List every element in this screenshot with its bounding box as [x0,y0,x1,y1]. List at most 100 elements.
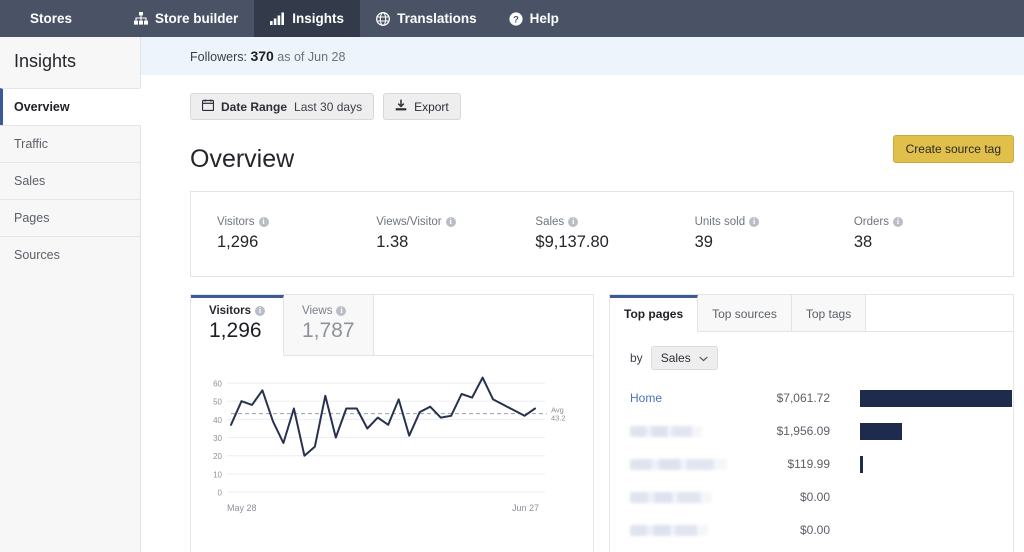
bar-chart-icon [270,12,285,25]
kpi-value: 38 [854,233,1013,252]
tab-visitors[interactable]: Visitors i 1,296 [191,295,284,356]
svg-text:50: 50 [213,398,222,407]
page-value: $119.99 [750,457,838,471]
info-icon[interactable]: i [259,217,269,227]
create-source-tag-button[interactable]: Create source tag [893,135,1014,163]
kpi-value: 39 [695,233,854,252]
sidebar-item-traffic[interactable]: Traffic [0,125,140,162]
kpi-value: 1.38 [376,233,535,252]
kpi-visitors: Visitors i 1,296 [217,216,376,252]
svg-text:May 28: May 28 [227,503,257,513]
tab-top-pages[interactable]: Top pages [610,295,698,332]
nav-item-translations[interactable]: Translations [360,0,493,37]
table-row: $1,956.09 [610,419,1013,443]
table-row: Home$7,061.72 [610,386,1013,410]
page-value: $0.00 [750,490,838,504]
info-icon[interactable]: i [568,217,578,227]
nav-brand-stores[interactable]: Stores [0,0,118,37]
sidebar-item-overview[interactable]: Overview [0,88,141,125]
sidebar-item-sources[interactable]: Sources [0,236,140,273]
svg-text:60: 60 [213,380,222,389]
info-icon[interactable]: i [893,217,903,227]
kpi-value: 1,296 [217,233,376,252]
sidebar-item-label: Traffic [14,137,48,151]
nav-item-help[interactable]: ? Help [493,0,575,37]
kpi-summary-card: Visitors i 1,296 Views/Visitor i 1.38 Sa… [190,191,1014,277]
sidebar-item-sales[interactable]: Sales [0,162,140,199]
tab-views[interactable]: Views i 1,787 [284,295,374,355]
svg-text:30: 30 [213,434,222,443]
kpi-label-text: Sales [535,216,564,228]
bar-cell [838,456,1013,473]
export-label: Export [414,100,449,114]
kpi-views-per-visitor: Views/Visitor i 1.38 [376,216,535,252]
nav-item-store-builder[interactable]: Store builder [118,0,254,37]
svg-text:20: 20 [213,452,222,461]
bar-cell [838,423,1013,440]
table-row: $119.99 [610,452,1013,476]
tab-label-text: Views [302,305,332,317]
kpi-label-text: Orders [854,216,889,228]
page-value: $0.00 [750,523,838,537]
calendar-icon [202,99,214,114]
table-row: $0.00 [610,485,1013,509]
info-icon[interactable]: i [336,306,346,316]
tab-top-sources[interactable]: Top sources [698,295,792,331]
page-value: $7,061.72 [750,391,838,405]
redacted-label [630,525,708,536]
content-area: Date Range Last 30 days Export Overview … [141,75,1024,552]
kpi-value: $9,137.80 [535,233,694,252]
export-button[interactable]: Export [383,93,461,120]
nav-item-label: Help [530,11,559,26]
tab-top-tags[interactable]: Top tags [792,295,866,331]
kpi-label-text: Visitors [217,216,255,228]
question-circle-icon: ? [509,12,523,26]
tab-value: 1,787 [302,319,355,343]
metric-select[interactable]: Sales [651,346,718,370]
sidebar-item-label: Sources [14,248,60,262]
page-name [630,426,750,437]
by-filter-row: by Sales [610,332,1013,370]
info-icon[interactable]: i [255,306,265,316]
kpi-units-sold: Units sold i 39 [695,216,854,252]
page-name [630,459,750,470]
date-range-button[interactable]: Date Range Last 30 days [190,93,374,120]
redacted-label [630,459,727,470]
kpi-label: Orders i [854,216,1013,228]
page-value: $1,956.09 [750,424,838,438]
nav-item-label: Store builder [155,11,238,26]
page-name[interactable]: Home [630,391,750,405]
bar-cell [838,390,1013,407]
sidebar-item-label: Sales [14,174,45,188]
page-name [630,492,750,503]
chevron-down-icon [699,351,708,365]
metric-select-value: Sales [661,351,691,365]
svg-text:43.2: 43.2 [551,414,566,423]
kpi-label: Sales i [535,216,694,228]
svg-text:Jun 27: Jun 27 [512,503,539,513]
nav-item-insights[interactable]: Insights [254,0,360,37]
svg-text:0: 0 [218,489,223,498]
sidebar: Insights Overview Traffic Sales Pages So… [0,37,141,552]
redacted-label [630,492,712,503]
kpi-label: Visitors i [217,216,376,228]
nav-item-label: Translations [397,11,477,26]
info-icon[interactable]: i [446,217,456,227]
traffic-tabbar: Visitors i 1,296 Views i 1,787 [191,295,593,356]
top-pages-list: Home$7,061.72 $1,956.09 $119.99 $0.00 $0.00 [610,370,1013,542]
sitemap-icon [134,12,148,25]
tab-label: Visitors i [209,305,265,317]
date-range-value: Last 30 days [294,100,362,114]
nav-item-label: Insights [292,11,344,26]
tab-label: Top tags [806,307,851,321]
kpi-label-text: Views/Visitor [376,216,441,228]
info-icon[interactable]: i [749,217,759,227]
sidebar-item-pages[interactable]: Pages [0,199,140,236]
kpi-label-text: Units sold [695,216,746,228]
table-row: $0.00 [610,518,1013,542]
download-icon [395,99,407,114]
sidebar-title: Insights [0,37,140,88]
followers-banner: Followers: 370 as of Jun 28 [141,37,1024,75]
pages-tabbar: Top pages Top sources Top tags [610,295,1013,332]
date-range-label: Date Range [221,100,287,114]
